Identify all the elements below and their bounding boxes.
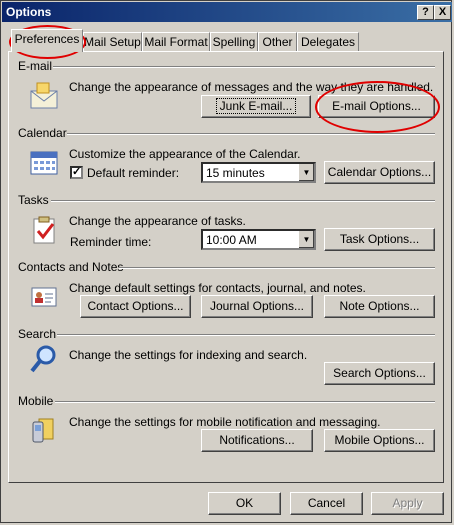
ok-button[interactable]: OK bbox=[208, 492, 281, 515]
default-reminder-checkbox[interactable]: ✓ bbox=[70, 166, 83, 179]
tab-other[interactable]: Other bbox=[258, 32, 297, 51]
dialog-title: Options bbox=[6, 5, 52, 19]
help-button[interactable]: ? bbox=[417, 5, 434, 20]
cancel-button[interactable]: Cancel bbox=[290, 492, 363, 515]
tab-mail-format[interactable]: Mail Format bbox=[142, 32, 210, 51]
contact-options-button[interactable]: Contact Options... bbox=[80, 295, 191, 318]
mobile-section-title: Mobile bbox=[18, 394, 54, 408]
email-description: Change the appearance of messages and th… bbox=[69, 80, 434, 94]
contacts-description: Change default settings for contacts, jo… bbox=[69, 281, 366, 295]
junk-email-label: Junk E-mail... bbox=[215, 98, 297, 114]
reminder-time-select[interactable]: 10:00 AM ▼ bbox=[201, 229, 316, 250]
calendar-divider bbox=[67, 133, 435, 135]
tab-spelling[interactable]: Spelling bbox=[210, 32, 258, 51]
tab-preferences[interactable]: Preferences bbox=[11, 29, 83, 52]
calendar-icon bbox=[30, 151, 58, 175]
default-reminder-value: 15 minutes bbox=[206, 166, 265, 180]
tasks-description: Change the appearance of tasks. bbox=[69, 214, 246, 228]
contact-card-icon bbox=[31, 287, 57, 307]
tasks-divider bbox=[51, 200, 435, 202]
calendar-options-button[interactable]: Calendar Options... bbox=[324, 161, 435, 184]
note-options-button[interactable]: Note Options... bbox=[324, 295, 435, 318]
tasks-section-title: Tasks bbox=[18, 193, 49, 207]
calendar-section-title: Calendar bbox=[18, 126, 67, 140]
search-section-title: Search bbox=[18, 327, 57, 341]
options-dialog: Options ? X Preferences Mail Setup Mail … bbox=[0, 0, 452, 523]
envelope-icon bbox=[30, 82, 58, 109]
magnifier-icon bbox=[30, 345, 56, 373]
email-divider bbox=[53, 66, 435, 68]
mobile-divider bbox=[55, 401, 435, 403]
close-button[interactable]: X bbox=[434, 5, 451, 20]
apply-button[interactable]: Apply bbox=[371, 492, 444, 515]
contacts-section-title: Contacts and Notes bbox=[18, 260, 124, 274]
email-section-title: E-mail bbox=[18, 59, 53, 73]
reminder-time-label: Reminder time: bbox=[70, 235, 152, 249]
journal-options-button[interactable]: Journal Options... bbox=[201, 295, 313, 318]
notifications-button[interactable]: Notifications... bbox=[201, 429, 313, 452]
search-divider bbox=[57, 334, 435, 336]
chevron-down-icon[interactable]: ▼ bbox=[298, 164, 314, 181]
tab-delegates[interactable]: Delegates bbox=[297, 32, 359, 51]
contacts-divider bbox=[119, 267, 435, 269]
default-reminder-label: Default reminder: bbox=[87, 166, 180, 180]
email-options-button[interactable]: E-mail Options... bbox=[318, 95, 435, 118]
reminder-time-value: 10:00 AM bbox=[206, 233, 257, 247]
mobile-phone-icon bbox=[32, 418, 54, 443]
calendar-description: Customize the appearance of the Calendar… bbox=[69, 147, 301, 161]
search-options-button[interactable]: Search Options... bbox=[324, 362, 435, 385]
title-bar[interactable]: Options ? X bbox=[2, 2, 452, 22]
search-description: Change the settings for indexing and sea… bbox=[69, 348, 308, 362]
default-reminder-select[interactable]: 15 minutes ▼ bbox=[201, 162, 316, 183]
mobile-options-button[interactable]: Mobile Options... bbox=[324, 429, 435, 452]
tab-mail-setup[interactable]: Mail Setup bbox=[83, 32, 142, 51]
mobile-description: Change the settings for mobile notificat… bbox=[69, 415, 381, 429]
chevron-down-icon[interactable]: ▼ bbox=[298, 231, 314, 248]
task-clipboard-icon bbox=[33, 216, 55, 244]
junk-email-button[interactable]: Junk E-mail... bbox=[201, 95, 311, 118]
task-options-button[interactable]: Task Options... bbox=[324, 228, 435, 251]
